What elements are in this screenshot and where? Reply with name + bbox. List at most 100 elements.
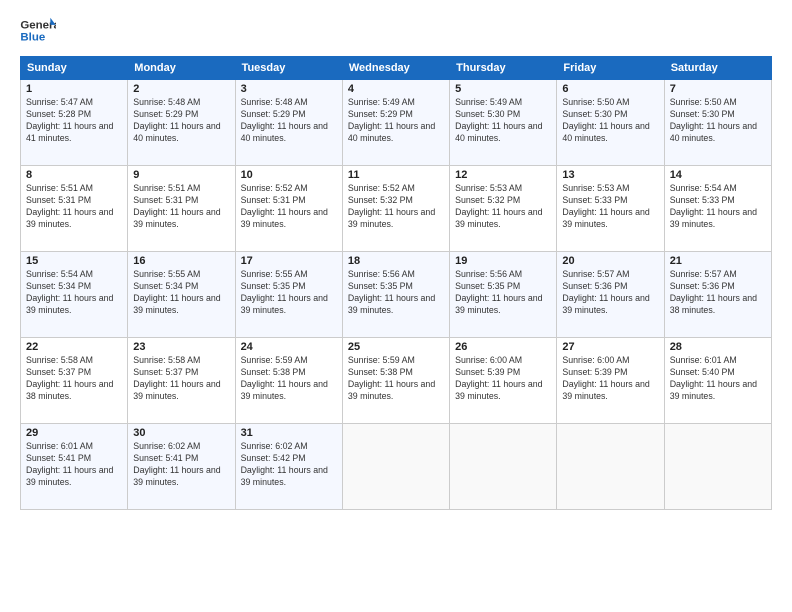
- calendar-day: 13 Sunrise: 5:53 AMSunset: 5:33 PMDayligh…: [557, 166, 664, 252]
- day-detail: Sunrise: 5:54 AMSunset: 5:33 PMDaylight:…: [670, 183, 766, 231]
- day-detail: Sunrise: 6:00 AMSunset: 5:39 PMDaylight:…: [455, 355, 551, 403]
- calendar-day: 15 Sunrise: 5:54 AMSunset: 5:34 PMDayligh…: [21, 252, 128, 338]
- calendar-week-2: 8 Sunrise: 5:51 AMSunset: 5:31 PMDaylight…: [21, 166, 772, 252]
- day-number: 12: [455, 169, 551, 181]
- day-number: 1: [26, 83, 122, 95]
- calendar-day: 2Sunrise: 5:48 AMSunset: 5:29 PMDaylight…: [128, 80, 235, 166]
- calendar-day: 14 Sunrise: 5:54 AMSunset: 5:33 PMDayligh…: [664, 166, 771, 252]
- day-detail: Sunrise: 5:49 AMSunset: 5:29 PMDaylight:…: [348, 97, 444, 145]
- day-number: 16: [133, 255, 229, 267]
- day-number: 14: [670, 169, 766, 181]
- calendar-week-3: 15 Sunrise: 5:54 AMSunset: 5:34 PMDayligh…: [21, 252, 772, 338]
- day-detail: Sunrise: 5:56 AMSunset: 5:35 PMDaylight:…: [348, 269, 444, 317]
- calendar-week-1: 1 Sunrise: 5:47 AMSunset: 5:28 PMDaylight…: [21, 80, 772, 166]
- calendar-day: 9 Sunrise: 5:51 AMSunset: 5:31 PMDaylight…: [128, 166, 235, 252]
- calendar-day: 11 Sunrise: 5:52 AMSunset: 5:32 PMDayligh…: [342, 166, 449, 252]
- day-number: 17: [241, 255, 337, 267]
- day-detail: Sunrise: 5:58 AMSunset: 5:37 PMDaylight:…: [26, 355, 122, 403]
- calendar-day: [450, 424, 557, 510]
- calendar-day: 24 Sunrise: 5:59 AMSunset: 5:38 PMDayligh…: [235, 338, 342, 424]
- calendar-day: 7 Sunrise: 5:50 AMSunset: 5:30 PMDaylight…: [664, 80, 771, 166]
- day-number: 29: [26, 427, 122, 439]
- calendar-day: [664, 424, 771, 510]
- calendar-day: 21Sunrise: 5:57 AMSunset: 5:36 PMDayligh…: [664, 252, 771, 338]
- day-number: 18: [348, 255, 444, 267]
- calendar-day: 28 Sunrise: 6:01 AMSunset: 5:40 PMDayligh…: [664, 338, 771, 424]
- day-detail: Sunrise: 6:01 AMSunset: 5:41 PMDaylight:…: [26, 441, 122, 489]
- day-number: 15: [26, 255, 122, 267]
- calendar-day: 18 Sunrise: 5:56 AMSunset: 5:35 PMDayligh…: [342, 252, 449, 338]
- calendar-day: 27 Sunrise: 6:00 AMSunset: 5:39 PMDayligh…: [557, 338, 664, 424]
- calendar-day: 29 Sunrise: 6:01 AMSunset: 5:41 PMDayligh…: [21, 424, 128, 510]
- day-detail: Sunrise: 5:56 AMSunset: 5:35 PMDaylight:…: [455, 269, 551, 317]
- day-detail: Sunrise: 5:47 AMSunset: 5:28 PMDaylight:…: [26, 97, 122, 145]
- page: General Blue SundayMondayTuesdayWednesda…: [0, 0, 792, 612]
- day-detail: Sunrise: 5:55 AMSunset: 5:34 PMDaylight:…: [133, 269, 229, 317]
- logo: General Blue: [20, 16, 56, 46]
- day-detail: Sunrise: 5:54 AMSunset: 5:34 PMDaylight:…: [26, 269, 122, 317]
- day-detail: Sunrise: 5:59 AMSunset: 5:38 PMDaylight:…: [348, 355, 444, 403]
- weekday-header-thursday: Thursday: [450, 57, 557, 80]
- calendar-day: 22 Sunrise: 5:58 AMSunset: 5:37 PMDayligh…: [21, 338, 128, 424]
- calendar-week-5: 29 Sunrise: 6:01 AMSunset: 5:41 PMDayligh…: [21, 424, 772, 510]
- calendar-day: 1 Sunrise: 5:47 AMSunset: 5:28 PMDaylight…: [21, 80, 128, 166]
- day-number: 5: [455, 83, 551, 95]
- calendar-day: 10 Sunrise: 5:52 AMSunset: 5:31 PMDayligh…: [235, 166, 342, 252]
- day-detail: Sunrise: 5:52 AMSunset: 5:32 PMDaylight:…: [348, 183, 444, 231]
- day-number: 20: [562, 255, 658, 267]
- day-detail: Sunrise: 5:51 AMSunset: 5:31 PMDaylight:…: [26, 183, 122, 231]
- calendar-day: [557, 424, 664, 510]
- day-number: 22: [26, 341, 122, 353]
- calendar-day: 5 Sunrise: 5:49 AMSunset: 5:30 PMDaylight…: [450, 80, 557, 166]
- day-detail: Sunrise: 6:00 AMSunset: 5:39 PMDaylight:…: [562, 355, 658, 403]
- calendar-day: 8 Sunrise: 5:51 AMSunset: 5:31 PMDaylight…: [21, 166, 128, 252]
- day-detail: Sunrise: 5:50 AMSunset: 5:30 PMDaylight:…: [562, 97, 658, 145]
- day-number: 10: [241, 169, 337, 181]
- svg-text:Blue: Blue: [20, 32, 45, 44]
- day-number: 30: [133, 427, 229, 439]
- weekday-header-sunday: Sunday: [21, 57, 128, 80]
- day-number: 26: [455, 341, 551, 353]
- calendar-day: 26 Sunrise: 6:00 AMSunset: 5:39 PMDayligh…: [450, 338, 557, 424]
- day-number: 13: [562, 169, 658, 181]
- day-number: 9: [133, 169, 229, 181]
- logo-icon: General Blue: [20, 16, 56, 46]
- calendar-day: 16 Sunrise: 5:55 AMSunset: 5:34 PMDayligh…: [128, 252, 235, 338]
- day-detail: Sunrise: 5:50 AMSunset: 5:30 PMDaylight:…: [670, 97, 766, 145]
- day-number: 27: [562, 341, 658, 353]
- day-number: 8: [26, 169, 122, 181]
- weekday-header-row: SundayMondayTuesdayWednesdayThursdayFrid…: [21, 57, 772, 80]
- day-number: 7: [670, 83, 766, 95]
- calendar-day: 17Sunrise: 5:55 AMSunset: 5:35 PMDayligh…: [235, 252, 342, 338]
- day-number: 6: [562, 83, 658, 95]
- day-detail: Sunrise: 5:59 AMSunset: 5:38 PMDaylight:…: [241, 355, 337, 403]
- calendar-table: SundayMondayTuesdayWednesdayThursdayFrid…: [20, 56, 772, 510]
- calendar-day: 6 Sunrise: 5:50 AMSunset: 5:30 PMDaylight…: [557, 80, 664, 166]
- day-detail: Sunrise: 5:52 AMSunset: 5:31 PMDaylight:…: [241, 183, 337, 231]
- calendar-day: 12 Sunrise: 5:53 AMSunset: 5:32 PMDayligh…: [450, 166, 557, 252]
- day-number: 23: [133, 341, 229, 353]
- day-number: 31: [241, 427, 337, 439]
- day-detail: Sunrise: 5:49 AMSunset: 5:30 PMDaylight:…: [455, 97, 551, 145]
- header: General Blue: [20, 16, 772, 46]
- day-number: 11: [348, 169, 444, 181]
- day-number: 24: [241, 341, 337, 353]
- day-detail: Sunrise: 5:51 AMSunset: 5:31 PMDaylight:…: [133, 183, 229, 231]
- day-detail: Sunrise: 6:02 AMSunset: 5:41 PMDaylight:…: [133, 441, 229, 489]
- day-number: 3: [241, 83, 337, 95]
- calendar-day: 31Sunrise: 6:02 AMSunset: 5:42 PMDayligh…: [235, 424, 342, 510]
- day-detail: Sunrise: 5:57 AMSunset: 5:36 PMDaylight:…: [670, 269, 766, 317]
- day-detail: Sunrise: 5:58 AMSunset: 5:37 PMDaylight:…: [133, 355, 229, 403]
- weekday-header-monday: Monday: [128, 57, 235, 80]
- day-number: 28: [670, 341, 766, 353]
- day-number: 19: [455, 255, 551, 267]
- day-detail: Sunrise: 5:48 AMSunset: 5:29 PMDaylight:…: [241, 97, 337, 145]
- day-detail: Sunrise: 6:01 AMSunset: 5:40 PMDaylight:…: [670, 355, 766, 403]
- calendar-day: 20Sunrise: 5:57 AMSunset: 5:36 PMDayligh…: [557, 252, 664, 338]
- day-detail: Sunrise: 5:53 AMSunset: 5:33 PMDaylight:…: [562, 183, 658, 231]
- day-detail: Sunrise: 5:53 AMSunset: 5:32 PMDaylight:…: [455, 183, 551, 231]
- calendar-week-4: 22 Sunrise: 5:58 AMSunset: 5:37 PMDayligh…: [21, 338, 772, 424]
- day-detail: Sunrise: 5:48 AMSunset: 5:29 PMDaylight:…: [133, 97, 229, 145]
- calendar-day: [342, 424, 449, 510]
- calendar-day: 25Sunrise: 5:59 AMSunset: 5:38 PMDayligh…: [342, 338, 449, 424]
